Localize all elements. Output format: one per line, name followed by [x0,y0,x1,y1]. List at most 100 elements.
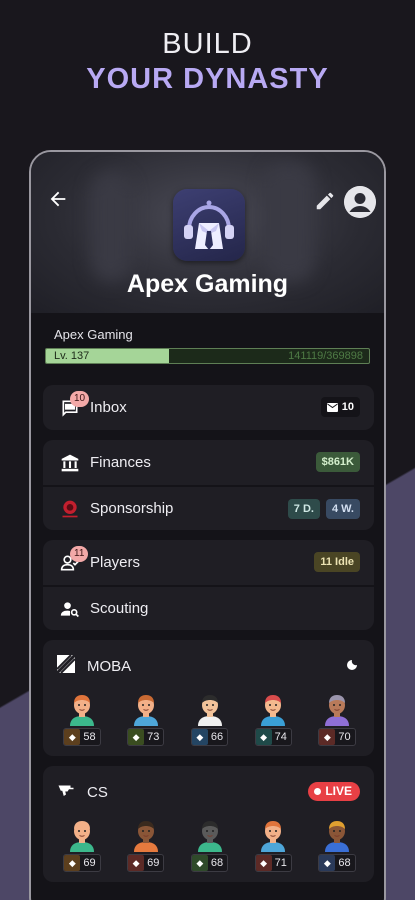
rating-value: 71 [274,857,287,869]
phone-frame: Apex Gaming Apex Gaming Lv. 137 141119/3… [29,150,386,900]
role-icon: ◆ [255,855,272,871]
menu-item-sponsorship[interactable]: Sponsorship 7 D. 4 W. [43,485,374,530]
role-icon: ◆ [319,729,336,745]
rating-value: 74 [274,731,287,743]
inbox-card: 10 Inbox 10 [43,385,374,430]
game-card-cs[interactable]: CS LIVE ◆ 69 ◆ 69 ◆ 68 ◆ 71 ◆ 68 [43,766,374,882]
game-name: CS [87,783,108,801]
scouting-icon [60,599,80,619]
business-card: Finances $861K Sponsorship 7 D. 4 W. [43,440,374,530]
menu-item-players[interactable]: 11 Players 11 Idle [43,540,374,585]
rating-value: 70 [338,731,351,743]
player-avatar [322,818,352,852]
player-avatar [195,818,225,852]
player-card[interactable]: ◆ 69 [123,818,169,872]
player-card[interactable]: ◆ 66 [187,692,233,746]
player-rating: ◆ 70 [318,728,356,746]
edit-pencil-icon[interactable] [314,190,336,212]
scouting-label: Scouting [90,600,149,617]
inbox-label: Inbox [90,399,127,416]
xp-text: 141119/369898 [288,350,363,362]
rating-value: 66 [210,731,224,743]
xp-progress-bar: Lv. 137 141119/369898 [45,348,370,364]
player-avatar [67,692,97,726]
player-rating: ◆ 74 [254,728,292,746]
game-card-moba[interactable]: MOBA ◆ 58 ◆ 73 ◆ 66 ◆ 74 ◆ 70 [43,640,374,756]
sponsorship-days-pill: 7 D. [287,499,320,519]
players-label: Players [90,554,141,571]
player-avatar [258,692,288,726]
inbox-badge: 10 [70,390,90,407]
bank-icon [60,453,80,473]
menu-item-scouting[interactable]: Scouting [43,585,374,630]
player-avatar [67,818,97,852]
moba-icon [55,653,77,678]
promo-headline: BUILD YOUR DYNASTY [0,28,415,98]
account-icon[interactable] [344,186,376,218]
sponsorship-label: Sponsorship [90,500,174,517]
player-rating: ◆ 69 [127,854,165,872]
player-card[interactable]: ◆ 69 [59,818,105,872]
moba-roster: ◆ 58 ◆ 73 ◆ 66 ◆ 74 ◆ 70 [57,692,362,746]
player-card[interactable]: ◆ 71 [250,818,296,872]
rating-value: 68 [210,857,224,869]
back-arrow-icon[interactable] [45,188,71,214]
player-card[interactable]: ◆ 74 [250,692,296,746]
mail-icon [326,402,338,412]
team-logo [173,189,245,261]
role-icon: ◆ [128,729,145,745]
live-dot-icon [314,788,322,795]
promo-line-1: BUILD [162,28,253,60]
sponsorship-weeks-pill: 4 W. [325,499,360,519]
player-avatar [258,818,288,852]
player-card[interactable]: ◆ 68 [314,818,360,872]
moon-icon [346,658,358,676]
team-name: Apex Gaming [126,270,289,298]
players-badge: 11 [70,545,89,562]
rating-value: 73 [147,731,160,743]
rating-value: 69 [83,857,96,869]
role-icon: ◆ [255,729,272,745]
player-rating: ◆ 68 [318,854,356,872]
rating-value: 58 [83,731,96,743]
role-icon: ◆ [64,855,81,871]
player-rating: ◆ 69 [63,854,101,872]
player-card[interactable]: ◆ 58 [59,692,105,746]
menu-item-finances[interactable]: Finances $861K [43,440,374,485]
role-icon: ◆ [128,855,145,871]
live-label: LIVE [325,784,352,798]
inbox-icon: 10 [60,390,90,418]
role-icon: ◆ [191,855,208,871]
player-card[interactable]: ◆ 73 [123,692,169,746]
rating-value: 69 [147,857,160,869]
player-avatar [131,818,161,852]
player-rating: ◆ 71 [254,854,292,872]
level-text: Lv. 137 [54,350,90,362]
rating-value: 68 [338,857,351,869]
live-badge: LIVE [308,782,360,801]
role-icon: ◆ [64,729,81,745]
sponsor-logo-icon [60,499,80,519]
player-avatar [131,692,161,726]
players-idle-pill: 11 Idle [314,552,360,572]
player-card[interactable]: ◆ 70 [314,692,360,746]
finances-amount: $861K [315,452,360,472]
cs-icon [57,781,75,804]
player-rating: ◆ 66 [190,728,229,746]
team-header: Apex Gaming [31,152,384,313]
mail-count: 10 [341,401,354,413]
roster-card: 11 Players 11 Idle Scouting [43,540,374,630]
player-avatar [195,692,225,726]
players-icon: 11 [60,545,89,573]
promo-line-2: YOUR DYNASTY [86,63,329,95]
player-rating: ◆ 58 [63,728,101,746]
player-rating: ◆ 73 [127,728,165,746]
menu-item-inbox[interactable]: 10 Inbox 10 [43,385,374,430]
player-rating: ◆ 68 [190,854,229,872]
level-section: Apex Gaming Lv. 137 141119/369898 [31,313,384,385]
player-avatar [322,692,352,726]
game-name: MOBA [87,657,132,675]
player-card[interactable]: ◆ 68 [187,818,233,872]
mail-count-pill: 10 [320,397,360,417]
role-icon: ◆ [191,729,208,745]
